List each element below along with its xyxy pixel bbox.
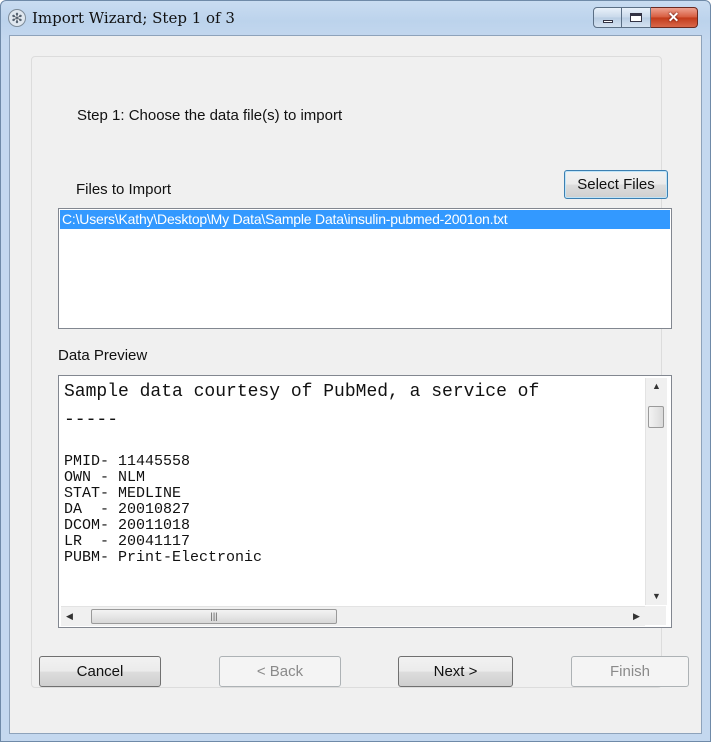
step-instruction: Step 1: Choose the data file(s) to impor…: [77, 107, 343, 124]
minimize-button[interactable]: [593, 7, 622, 28]
scroll-up-icon[interactable]: ▲: [646, 378, 667, 395]
app-icon[interactable]: ✻: [8, 9, 26, 27]
preview-header-line: Sample data courtesy of PubMed, a servic…: [64, 382, 540, 402]
minimize-icon: [603, 20, 613, 23]
preview-line: DA - 20010827: [64, 501, 191, 518]
import-wizard-window: ✻ Import Wizard; Step 1 of 3 ✕ Step 1: C…: [0, 0, 711, 742]
preview-spacer: [64, 402, 639, 410]
files-to-import-label: Files to Import: [76, 181, 172, 198]
files-listbox[interactable]: C:\Users\Kathy\Desktop\My Data\Sample Da…: [58, 208, 672, 329]
close-icon: ✕: [667, 9, 680, 25]
preview-line: STAT- MEDLINE: [64, 485, 182, 502]
file-list-item[interactable]: C:\Users\Kathy\Desktop\My Data\Sample Da…: [60, 210, 670, 229]
preview-line: PUBM- Print-Electronic: [64, 549, 263, 566]
maximize-button[interactable]: [622, 7, 651, 28]
scroll-left-icon[interactable]: ◀: [61, 607, 78, 626]
maximize-icon: [630, 13, 642, 22]
title-bar[interactable]: ✻ Import Wizard; Step 1 of 3 ✕: [1, 1, 710, 35]
scrollbar-corner: [645, 606, 666, 625]
scroll-right-icon[interactable]: ▶: [628, 607, 645, 626]
data-preview-text: Sample data courtesy of PubMed, a servic…: [64, 382, 639, 610]
scroll-down-icon[interactable]: ▼: [646, 588, 667, 605]
window-title: Import Wizard; Step 1 of 3: [32, 9, 235, 27]
next-button[interactable]: Next >: [398, 656, 513, 687]
preview-line: PMID- 11445558: [64, 453, 191, 470]
horizontal-scrollbar[interactable]: ◀ ||| ▶: [61, 606, 645, 626]
vertical-scroll-thumb[interactable]: [648, 406, 664, 428]
cancel-button[interactable]: Cancel: [39, 656, 161, 687]
preview-separator: -----: [64, 410, 119, 430]
preview-line: DCOM- 20011018: [64, 517, 191, 534]
grip-icon: |||: [210, 611, 218, 621]
vertical-scrollbar[interactable]: ▲ ▼: [645, 378, 667, 605]
select-files-button[interactable]: Select Files: [564, 170, 668, 199]
data-preview-label: Data Preview: [58, 347, 148, 364]
data-preview-box[interactable]: Sample data courtesy of PubMed, a servic…: [58, 375, 672, 628]
finish-button[interactable]: Finish: [571, 656, 689, 687]
preview-spacer: [64, 430, 639, 454]
preview-line: OWN - NLM: [64, 469, 146, 486]
close-button[interactable]: ✕: [651, 7, 698, 28]
preview-line: LR - 20041117: [64, 533, 191, 550]
back-button[interactable]: < Back: [219, 656, 341, 687]
horizontal-scroll-thumb[interactable]: |||: [91, 609, 337, 624]
